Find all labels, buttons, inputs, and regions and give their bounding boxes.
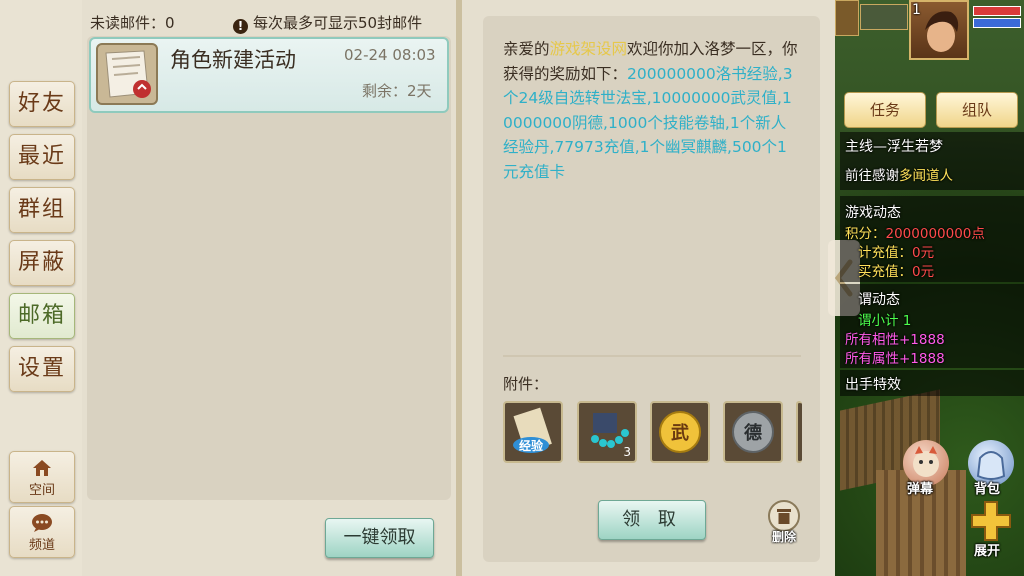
channel-label: 频道 — [28, 538, 55, 553]
score-prefix: 积分： — [845, 226, 886, 242]
mail-body-text: 亲爱的游戏架设网欢迎你加入洛梦一区，你获得的奖励如下：200000000洛书经验… — [503, 37, 801, 184]
site-name-text: 游戏架设网 — [549, 40, 628, 58]
all-phase-bonus: 所有相性+1888 — [845, 332, 945, 348]
hud-frame-slot — [860, 4, 908, 30]
nav-groups[interactable]: 群组 — [9, 187, 75, 233]
mail-subject: 角色新建活动 — [170, 48, 296, 72]
attachments-label: 附件： — [503, 375, 549, 393]
quest-npc[interactable]: 多闻道人 — [899, 168, 953, 184]
unread-count: 未读邮件：0 — [90, 14, 175, 32]
quest-tracker[interactable]: 主线—浮生若梦 前往感谢多闻道人 — [840, 132, 1024, 190]
exp-scroll-icon: 经验 — [513, 407, 552, 453]
score-line: 积分：2000000000点 — [845, 222, 985, 242]
team-button[interactable]: 组队 — [936, 92, 1018, 128]
hud-frame-left — [835, 0, 859, 36]
space-button[interactable]: 空间 — [9, 451, 75, 503]
recharge-buy-label: 买充值： — [858, 264, 912, 280]
mail-date: 02-24 08:03 — [344, 46, 436, 64]
claim-all-button[interactable]: 一键领取 — [325, 518, 434, 558]
team-label: 组队 — [961, 101, 992, 119]
delete-button[interactable]: 删除 — [766, 500, 802, 544]
task-button[interactable]: 任务 — [844, 92, 926, 128]
martial-coin-label: 武 — [671, 423, 689, 444]
hp-bar — [973, 6, 1021, 16]
recharge-buy-value: 0元 — [912, 264, 935, 280]
all-attr-bonus: 所有属性+1888 — [845, 351, 945, 367]
mp-bar — [973, 18, 1021, 28]
greeting-text: 亲爱的 — [503, 40, 550, 58]
martial-coin-icon: 武 — [659, 411, 701, 453]
recharge-total-line: 计充值：0元 — [858, 241, 934, 261]
mail-remaining-time: 剩余：2天 — [362, 82, 432, 100]
space-label: 空间 — [28, 483, 55, 498]
virtue-coin-label: 德 — [744, 422, 762, 444]
nav-blocked[interactable]: 屏蔽 — [9, 240, 75, 286]
nav-mailbox[interactable]: 邮箱 — [9, 293, 75, 339]
attachment-slot-exp-scroll[interactable]: 经验 — [503, 401, 563, 463]
exp-badge-label: 经验 — [519, 438, 544, 453]
channel-button[interactable]: 频道 — [9, 506, 75, 558]
recharge-total-label: 计充值： — [858, 245, 912, 261]
claim-button[interactable]: 领 取 — [598, 500, 706, 540]
quest-prefix: 前往感谢 — [845, 168, 899, 184]
special-effect-title: 出手特效 — [845, 377, 901, 393]
virtue-coin-icon: 德 — [732, 411, 774, 453]
body-separator — [503, 355, 801, 357]
attachment-slot-martial[interactable]: 武 — [650, 401, 710, 463]
quest-title: 主线—浮生若梦 — [845, 139, 943, 155]
nav-settings[interactable]: 设置 — [9, 346, 75, 392]
title-dynamic-title: 谓动态 — [858, 292, 900, 308]
delete-label: 删除 — [771, 530, 796, 544]
title-dynamic-panel: 谓动态 谓小计 1 所有相性+1888 所有属性+1888 — [840, 284, 1024, 368]
home-icon — [33, 460, 51, 476]
letter-icon — [96, 43, 158, 105]
score-value: 2000000000点 — [885, 226, 985, 242]
title-subtotal: 谓小计 1 — [858, 313, 912, 329]
nav-friends[interactable]: 好友 — [9, 81, 75, 127]
mail-limit-notice: ! 每次最多可显示50封邮件 — [233, 12, 422, 34]
mail-limit-text: 每次最多可显示50封邮件 — [253, 14, 423, 32]
special-effect-panel: 出手特效 — [840, 370, 1024, 396]
task-label: 任务 — [869, 101, 900, 119]
player-level: 1 — [912, 2, 921, 18]
attachment-slot-partial — [796, 401, 802, 463]
expand-label: 展开 — [974, 544, 1001, 559]
game-dynamic-title: 游戏动态 — [845, 205, 901, 221]
nav-recent[interactable]: 最近 — [9, 134, 75, 180]
chat-bubble-icon — [32, 514, 52, 532]
bag-label: 背包 — [974, 482, 1001, 497]
recharge-buy-line: 买充值：0元 — [858, 260, 934, 280]
barrage-label: 弹幕 — [907, 482, 934, 497]
attachment-count: 3 — [623, 445, 631, 459]
attachment-slot-virtue[interactable]: 德 — [723, 401, 783, 463]
expand-button[interactable] — [966, 496, 1016, 546]
exclamation-icon: ! — [233, 19, 248, 34]
quest-desc: 前往感谢多闻道人 — [845, 164, 953, 184]
plus-icon — [971, 501, 1011, 541]
game-dynamic-panel: 游戏动态 积分：2000000000点 计充值：0元 买充值：0元 — [840, 196, 1024, 282]
recharge-total-value: 0元 — [912, 245, 935, 261]
attachment-slot-beads[interactable]: 3 — [577, 401, 637, 463]
